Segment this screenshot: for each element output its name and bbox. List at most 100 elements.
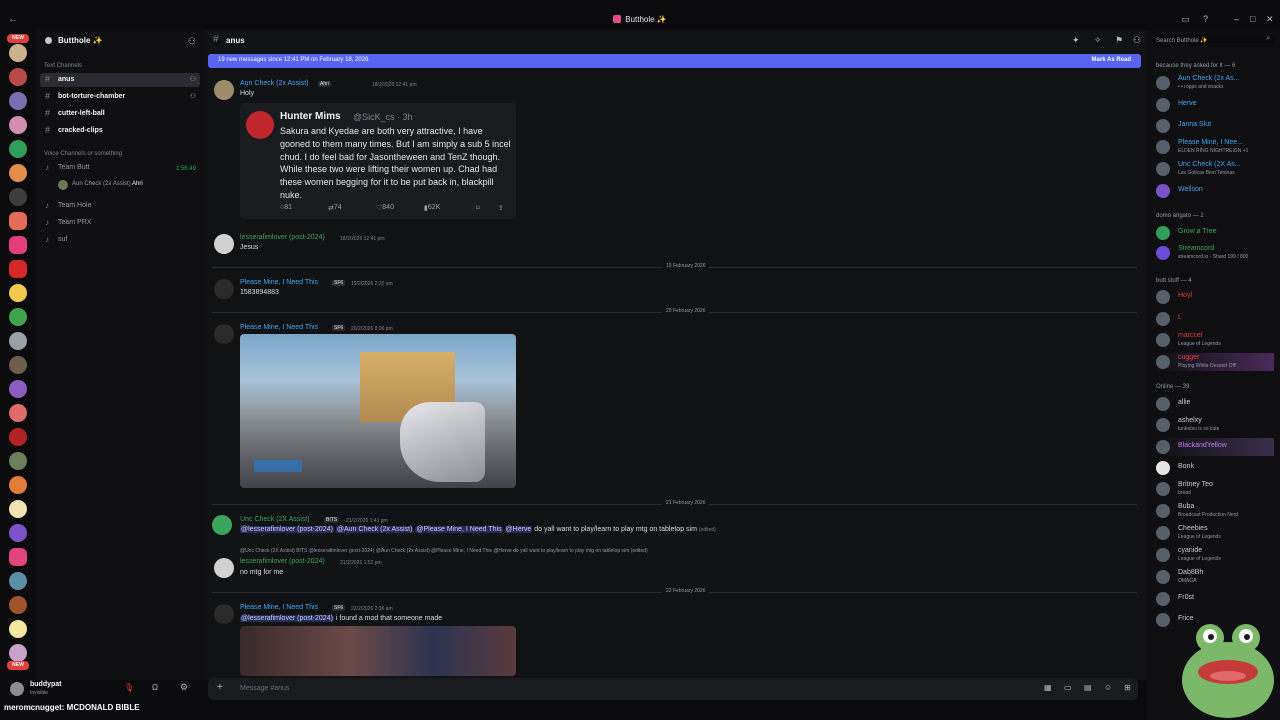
message-composer[interactable]: + Message #anus ▦ ▭ ▤ ☺ ⊞ [208, 678, 1138, 700]
server-icon[interactable] [9, 188, 27, 206]
channel-cutter-left-ball[interactable]: # cutter-left-ball [40, 107, 200, 121]
threads-icon[interactable]: ✦ [1072, 35, 1080, 46]
gif-icon[interactable]: ▭ [1064, 683, 1072, 692]
member-item[interactable]: marccel League of Legends [1156, 331, 1274, 349]
message-input[interactable]: Message #anus [240, 685, 289, 692]
member-item[interactable]: Fr0st [1156, 590, 1274, 608]
message-author[interactable]: lesserafimlover (post-2024) [240, 234, 325, 241]
retweet-icon[interactable]: ⇄ 74 [328, 204, 342, 212]
member-item[interactable]: Cheebies League of Legends [1156, 524, 1274, 542]
message-author[interactable]: Please Mine, I Need This [240, 279, 318, 286]
voice-channel-suf[interactable]: ♪ suf [40, 233, 200, 247]
emoji-icon[interactable]: ☺ [1104, 683, 1112, 692]
server-icon[interactable] [9, 212, 27, 230]
server-icon[interactable] [9, 140, 27, 158]
avatar[interactable] [214, 80, 234, 100]
search-input[interactable]: Search Butthole ✨ ⌕ [1152, 34, 1274, 47]
server-icon[interactable] [9, 644, 27, 662]
member-item[interactable]: Dab8Bh OMAGA [1156, 568, 1274, 586]
help-icon[interactable]: ? [1203, 14, 1208, 24]
member-item[interactable]: Streamcord streamcord.io - Shard 199 / 80… [1156, 244, 1274, 262]
avatar[interactable] [212, 515, 232, 535]
member-item[interactable]: Grow a Tree [1156, 224, 1274, 242]
server-icon[interactable] [9, 164, 27, 182]
headphones-icon[interactable]: Ω [152, 683, 158, 692]
server-icon[interactable] [9, 236, 27, 254]
server-icon[interactable] [9, 44, 27, 62]
server-header[interactable]: Butthole ✨ ⚇ [36, 30, 204, 52]
avatar[interactable] [10, 682, 24, 696]
member-item[interactable]: Buba Broadcast Production Nerd [1156, 502, 1274, 520]
voice-channel-team-hole[interactable]: ♪ Team Hole [40, 199, 200, 213]
share-icon[interactable]: ⇪ [498, 204, 504, 212]
gift-icon[interactable]: ▦ [1044, 683, 1052, 692]
message-author[interactable]: Please Mine, I Need This [240, 324, 318, 331]
add-member-icon[interactable]: ⚇ [190, 75, 196, 83]
new-messages-bar[interactable]: 19 new messages since 12:41 PM on Februa… [208, 54, 1141, 68]
server-icon[interactable] [9, 404, 27, 422]
tweet-embed[interactable]: Hunter Mims @SicK_cs · 3h Sakura and Kye… [240, 103, 516, 219]
member-item[interactable]: BlackandYellow [1156, 438, 1274, 456]
server-icon[interactable] [9, 68, 27, 86]
member-item[interactable]: ashelxy tunketsu is so cute [1156, 416, 1274, 434]
category-text-channels[interactable]: Text Channels [44, 63, 82, 69]
server-icon[interactable] [9, 596, 27, 614]
server-icon[interactable] [9, 116, 27, 134]
add-member-icon[interactable]: ⚇ [190, 92, 196, 100]
channel-bot-torture-chamber[interactable]: # bot-torture-chamber ⚇ [40, 90, 200, 104]
close-icon[interactable]: ✕ [1266, 14, 1274, 25]
settings-gear-icon[interactable]: ⚙ [180, 682, 188, 693]
mention[interactable]: @lesserafimlover (post-2024) [240, 526, 334, 533]
member-item[interactable]: Aun Check (2x As... • • ropps and snacks [1156, 74, 1274, 92]
server-icon[interactable] [9, 500, 27, 518]
server-icon[interactable] [9, 284, 27, 302]
message-author[interactable]: Unc Check (2X Assist) [240, 516, 310, 523]
voice-channel-team-prx[interactable]: ♪ Team PRX [40, 216, 200, 230]
server-icon[interactable] [9, 524, 27, 542]
member-item[interactable]: cugger Playing White Dessert Off! [1156, 353, 1274, 371]
reply-preview[interactable]: @Unc Check (2X Assist) BITS @lesserafiml… [240, 548, 648, 554]
like-icon[interactable]: ♡ 840 [376, 204, 394, 212]
mention[interactable]: @lesserafimlover (post-2024) [240, 615, 334, 622]
image-attachment[interactable] [240, 626, 516, 676]
member-item[interactable]: Wellson [1156, 182, 1274, 200]
image-attachment[interactable] [240, 334, 516, 488]
mention[interactable]: @Herve [504, 526, 533, 533]
mention[interactable]: @Please Mine, I Need This [415, 526, 503, 533]
pin-icon[interactable]: ⚑ [1115, 35, 1123, 46]
member-item[interactable]: Hoyl [1156, 288, 1274, 306]
sticker-icon[interactable]: ▤ [1084, 683, 1092, 692]
server-icon[interactable] [9, 260, 27, 278]
bookmark-icon[interactable]: ⌑ [476, 204, 480, 212]
server-icon[interactable] [9, 92, 27, 110]
server-icon[interactable] [9, 356, 27, 374]
avatar[interactable] [214, 279, 234, 299]
message-author[interactable]: lesserafimlover (post-2024) [240, 558, 325, 565]
mute-icon[interactable]: 🎙 [124, 683, 134, 692]
server-icon[interactable] [9, 548, 27, 566]
server-icon[interactable] [9, 308, 27, 326]
server-icon[interactable] [9, 380, 27, 398]
server-icon[interactable] [9, 572, 27, 590]
member-item[interactable]: Britney Teo bread [1156, 480, 1274, 498]
views-icon[interactable]: ▮ 62K [424, 204, 440, 212]
invite-icon[interactable]: ⚇ [188, 36, 196, 47]
inbox-icon[interactable]: ▭ [1181, 14, 1190, 25]
message-author[interactable]: Please Mine, I Need This [240, 604, 318, 611]
message-author[interactable]: Aun Check (2x Assist) [240, 80, 308, 87]
voice-user[interactable]: Aun Check (2x Assist) Ahri [58, 179, 198, 191]
server-icon[interactable] [9, 620, 27, 638]
apps-icon[interactable]: ⊞ [1124, 683, 1131, 692]
member-item[interactable]: cyanide League of Legends [1156, 546, 1274, 564]
member-item[interactable]: Bonk [1156, 459, 1274, 477]
attach-plus-icon[interactable]: + [217, 682, 223, 693]
mention[interactable]: @Aun Check (2x Assist) [335, 526, 414, 533]
member-item[interactable]: allie [1156, 395, 1274, 413]
minimize-icon[interactable]: – [1234, 14, 1239, 24]
member-item[interactable]: Janna Slut [1156, 117, 1274, 135]
member-item[interactable]: Herve [1156, 96, 1274, 114]
maximize-icon[interactable]: □ [1250, 14, 1255, 24]
avatar[interactable] [214, 234, 234, 254]
server-icon[interactable] [9, 452, 27, 470]
member-item[interactable]: Unc Check (2X As... Las Goticas Bien Teto… [1156, 160, 1274, 178]
